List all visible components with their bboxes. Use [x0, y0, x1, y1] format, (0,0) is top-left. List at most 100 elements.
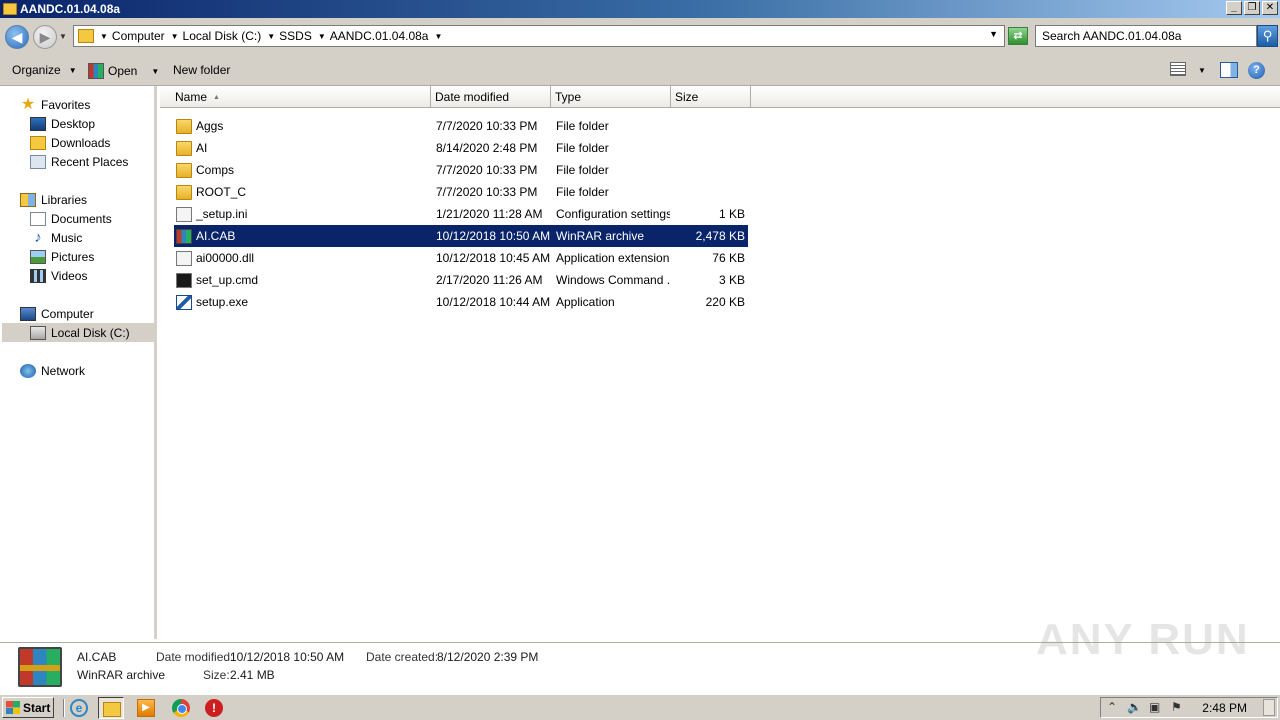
address-bar[interactable]: ▼ Computer ▼ Local Disk (C:) ▼ SSDS ▼ AANDC.…: [73, 25, 1005, 47]
internet-explorer-icon[interactable]: e: [70, 699, 88, 717]
recent-pages-dropdown[interactable]: ▼: [59, 32, 67, 41]
nav-downloads[interactable]: Downloads: [30, 133, 110, 152]
column-header-date-modified[interactable]: Date modified: [431, 86, 551, 108]
music-note-icon: ♪: [34, 228, 42, 246]
details-modified-value: 10/12/2018 10:50 AM: [230, 650, 345, 664]
refresh-button[interactable]: ⇄: [1008, 27, 1028, 45]
breadcrumb-ssds[interactable]: ▼ SSDS: [267, 29, 312, 43]
search-input[interactable]: Search AANDC.01.04.08a: [1035, 25, 1257, 47]
volume-icon[interactable]: 🔈: [1127, 700, 1142, 714]
column-header-name[interactable]: Name ▲: [160, 86, 431, 108]
clock[interactable]: 2:48 PM: [1202, 701, 1247, 715]
nav-favorites[interactable]: ★ Favorites: [20, 95, 91, 114]
documents-icon: [30, 211, 46, 226]
file-name: ai00000.dll: [196, 251, 255, 265]
recent-places-icon: [30, 154, 46, 169]
file-row-ai[interactable]: AI 8/14/2020 2:48 PM File folder: [174, 137, 748, 159]
file-row-comps[interactable]: Comps 7/7/2020 10:33 PM File folder: [174, 159, 748, 181]
folder-icon: [176, 184, 192, 200]
file-row-set-up-cmd[interactable]: set_up.cmd 2/17/2020 11:26 AM Windows Co…: [174, 269, 748, 291]
address-history-dropdown[interactable]: ▼: [989, 29, 998, 39]
chevron-down-icon[interactable]: ▼: [151, 67, 159, 76]
address-row: ◀ ▶ ▼ ▼ Computer ▼ Local Disk (C:) ▼ SSDS ▼…: [0, 18, 1280, 54]
file-name: Aggs: [196, 119, 224, 133]
back-button[interactable]: ◀: [5, 25, 29, 49]
nav-recent-places[interactable]: Recent Places: [30, 152, 128, 171]
folder-icon: [176, 118, 192, 134]
chevron-down-icon[interactable]: ▼: [434, 32, 442, 41]
libraries-icon: [20, 192, 36, 207]
chevron-down-icon[interactable]: ▼: [318, 32, 326, 41]
desktop-icon: [30, 116, 46, 131]
breadcrumb-current-folder[interactable]: ▼ AANDC.01.04.08a ▼: [318, 29, 447, 43]
file-date: 7/7/2020 10:33 PM: [436, 185, 538, 199]
window-controls: _ ❐ ✕: [1226, 1, 1278, 15]
nav-local-disk[interactable]: Local Disk (C:): [2, 323, 157, 342]
file-row-ai00000-dll[interactable]: ai00000.dll 10/12/2018 10:45 AM Applicat…: [174, 247, 748, 269]
taskbar-separator: [63, 699, 65, 717]
organize-button[interactable]: Organize ▼: [12, 63, 77, 77]
column-header-size[interactable]: Size: [671, 86, 751, 108]
details-created-label: Date created:: [366, 650, 439, 664]
file-row-setup-ini[interactable]: _setup.ini 1/21/2020 11:28 AM Configurat…: [174, 203, 748, 225]
details-created-value: 8/12/2020 2:39 PM: [437, 650, 539, 664]
details-size-label: Size:: [203, 668, 230, 682]
dll-file-icon: [176, 250, 192, 266]
chevron-down-icon[interactable]: ▼: [100, 32, 108, 41]
help-icon[interactable]: ?: [1248, 62, 1265, 79]
details-pane: AI.CAB WinRAR archive Date modified: 10/…: [0, 615, 1280, 692]
file-size: 76 KB: [712, 251, 745, 265]
file-type: File folder: [556, 185, 609, 199]
nav-pictures[interactable]: Pictures: [30, 247, 94, 266]
details-file-type: WinRAR archive: [77, 668, 166, 682]
chevron-down-icon[interactable]: ▼: [267, 32, 275, 41]
file-row-aggs[interactable]: Aggs 7/7/2020 10:33 PM File folder: [174, 115, 748, 137]
nav-computer[interactable]: Computer: [20, 304, 94, 323]
file-type: Application: [556, 295, 615, 309]
local-disk-icon: [30, 325, 46, 340]
media-player-icon[interactable]: ▶: [137, 699, 155, 717]
action-center-flag-icon[interactable]: ⚑: [1171, 700, 1182, 714]
downloads-icon: [30, 135, 46, 150]
stop-icon[interactable]: !: [205, 699, 223, 717]
chevron-down-icon[interactable]: ▼: [171, 32, 179, 41]
winrar-archive-icon: [18, 647, 62, 687]
nav-music[interactable]: ♪ Music: [30, 228, 82, 247]
forward-button[interactable]: ▶: [33, 25, 57, 49]
file-name: Comps: [196, 163, 235, 177]
restore-button[interactable]: ❐: [1244, 1, 1260, 15]
search-button[interactable]: ⚲: [1257, 25, 1278, 47]
show-desktop-button[interactable]: [1263, 699, 1275, 716]
column-header-type[interactable]: Type: [551, 86, 671, 108]
nav-libraries[interactable]: Libraries: [20, 190, 87, 209]
exe-file-icon: [176, 294, 192, 310]
file-date: 8/14/2020 2:48 PM: [436, 141, 538, 155]
preview-pane-icon[interactable]: [1220, 62, 1238, 78]
show-hidden-icons-icon[interactable]: ⌃: [1107, 700, 1117, 714]
change-view-icon[interactable]: [1170, 62, 1186, 76]
network-tray-icon[interactable]: ▣: [1149, 700, 1160, 714]
new-folder-button[interactable]: New folder: [173, 63, 230, 77]
minimize-button[interactable]: _: [1226, 1, 1242, 15]
file-row-root-c[interactable]: ROOT_C 7/7/2020 10:33 PM File folder: [174, 181, 748, 203]
breadcrumb-local-disk[interactable]: ▼ Local Disk (C:): [171, 29, 262, 43]
chrome-icon[interactable]: [172, 699, 190, 717]
nav-videos[interactable]: Videos: [30, 266, 87, 285]
nav-desktop[interactable]: Desktop: [30, 114, 95, 133]
folder-icon: [3, 3, 17, 15]
window-title: AANDC.01.04.08a: [20, 2, 121, 16]
start-button[interactable]: Start: [2, 697, 54, 718]
title-bar[interactable]: AANDC.01.04.08a _ ❐ ✕: [0, 0, 1280, 18]
open-button[interactable]: Open ▼: [88, 63, 159, 79]
breadcrumb-computer[interactable]: ▼ Computer: [100, 29, 165, 43]
nav-network[interactable]: Network: [20, 361, 85, 380]
file-name: _setup.ini: [196, 207, 248, 221]
windows-explorer-taskbar-button[interactable]: [98, 697, 124, 719]
file-row-ai-cab[interactable]: AI.CAB 10/12/2018 10:50 AM WinRAR archiv…: [174, 225, 748, 247]
file-row-setup-exe[interactable]: setup.exe 10/12/2018 10:44 AM Applicatio…: [174, 291, 748, 313]
file-type: Application extension: [556, 251, 670, 265]
nav-documents[interactable]: Documents: [30, 209, 112, 228]
chevron-down-icon: ▼: [68, 65, 77, 75]
close-button[interactable]: ✕: [1262, 1, 1278, 15]
view-options-dropdown[interactable]: ▼: [1198, 66, 1206, 75]
